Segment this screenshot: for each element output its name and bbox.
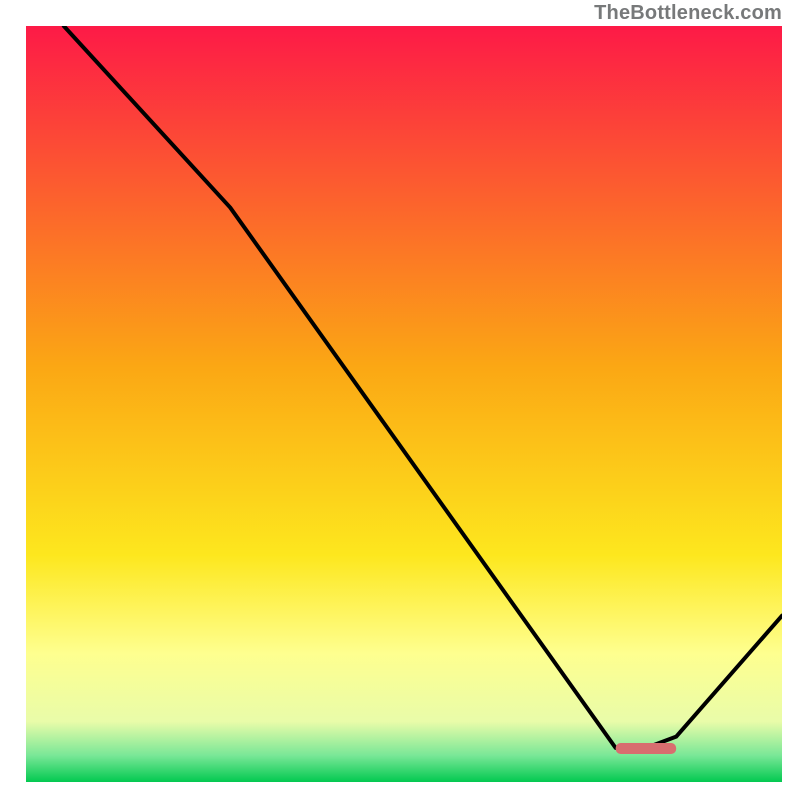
attribution-text: TheBottleneck.com [594, 2, 782, 25]
gradient-background [26, 26, 782, 782]
plot-area [26, 26, 782, 782]
chart-stage: TheBottleneck.com [0, 0, 800, 800]
optimal-range-marker [616, 743, 676, 754]
plot-svg [26, 26, 782, 782]
